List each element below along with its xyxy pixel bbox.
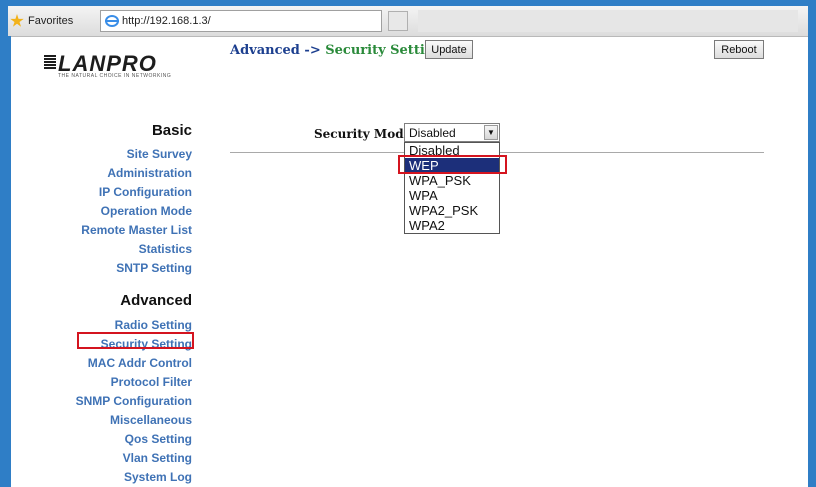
dropdown-arrow-icon[interactable]: ▼ [484,125,498,140]
update-button[interactable]: Update [425,40,473,59]
nav-item-mac-addr-control[interactable]: MAC Addr Control [88,356,192,370]
option-wpa2-psk[interactable]: WPA2_PSK [405,203,499,218]
lanpro-logo: LANPRO THE NATURAL CHOICE IN NETWORKING [44,51,214,85]
browser-tab-bar: Favorites http://192.168.1.3/ [8,6,808,37]
nav-item-remote-master-list[interactable]: Remote Master List [81,223,192,237]
nav-heading-basic: Basic [151,122,192,139]
favorites-star-icon [10,14,24,27]
breadcrumb: Advanced -> Security Setting [230,43,443,58]
wep-option-highlight-box [398,155,507,174]
nav-item-miscellaneous[interactable]: Miscellaneous [110,413,192,427]
nav-heading-advanced: Advanced [120,292,192,309]
nav-item-operation-mode[interactable]: Operation Mode [101,204,192,218]
logo-mark-icon [44,55,56,71]
tab-strip-background [418,10,798,32]
logo-tagline: THE NATURAL CHOICE IN NETWORKING [58,73,172,79]
security-mode-value: Disabled [409,125,456,140]
browser-window: Favorites http://192.168.1.3/ LANPRO THE… [8,6,808,487]
nav-item-statistics[interactable]: Statistics [139,242,192,256]
reboot-button[interactable]: Reboot [714,40,764,59]
favorites-button[interactable]: Favorites [10,12,73,30]
security-setting-highlight-box [77,332,194,349]
nav-item-qos-setting[interactable]: Qos Setting [125,432,192,446]
nav-item-radio-setting[interactable]: Radio Setting [115,318,192,332]
nav-item-snmp-configuration[interactable]: SNMP Configuration [76,394,192,408]
favorites-label: Favorites [28,15,74,27]
nav-item-system-log[interactable]: System Log [124,470,192,484]
nav-item-protocol-filter[interactable]: Protocol Filter [111,375,192,389]
nav-item-ip-configuration[interactable]: IP Configuration [99,185,192,199]
nav-item-administration[interactable]: Administration [107,166,192,180]
option-wpa2[interactable]: WPA2 [405,218,499,233]
security-mode-select[interactable]: Disabled ▼ [404,123,500,142]
option-wpa-psk[interactable]: WPA_PSK [405,173,499,188]
ie-page-icon [105,15,119,27]
option-wpa[interactable]: WPA [405,188,499,203]
breadcrumb-section: Advanced [230,43,300,58]
router-page: LANPRO THE NATURAL CHOICE IN NETWORKING … [8,36,808,487]
security-mode-label: Security Mode: [314,127,416,141]
tab-url: http://192.168.1.3/ [122,15,211,27]
nav-item-sntp-setting[interactable]: SNTP Setting [116,261,192,275]
new-tab-button[interactable] [388,11,408,31]
nav-item-vlan-setting[interactable]: Vlan Setting [123,451,192,465]
breadcrumb-arrow: -> [304,43,321,58]
nav-item-site-survey[interactable]: Site Survey [127,147,192,161]
browser-tab[interactable]: http://192.168.1.3/ [100,10,382,32]
